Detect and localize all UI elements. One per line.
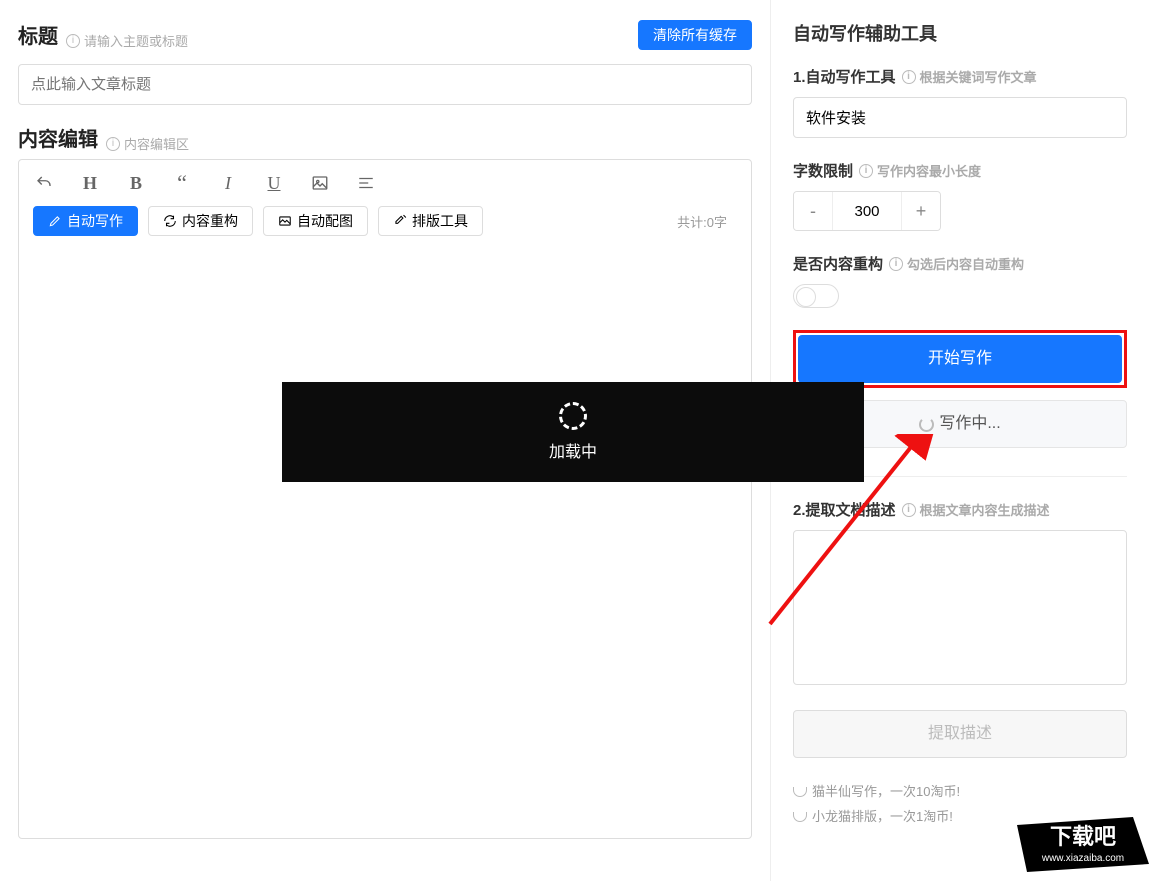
title-label: 标题 xyxy=(18,20,58,49)
bowl-icon xyxy=(793,812,807,822)
wordcount-input[interactable] xyxy=(832,192,902,230)
loading-text: 加载中 xyxy=(549,438,597,462)
content-label: 内容编辑 xyxy=(18,123,98,152)
info-icon: i xyxy=(106,137,120,151)
description-textarea[interactable] xyxy=(793,530,1127,685)
auto-image-button[interactable]: 自动配图 xyxy=(263,206,368,236)
stepper-minus[interactable]: - xyxy=(794,192,832,230)
wordcount-label: 字数限制 xyxy=(793,160,853,181)
svg-text:下载吧: 下载吧 xyxy=(1050,824,1116,849)
heading-icon[interactable]: H xyxy=(79,172,101,194)
content-hint: i内容编辑区 xyxy=(106,134,189,153)
bowl-icon xyxy=(793,787,807,797)
wordcount-hint: i写作内容最小长度 xyxy=(859,161,981,180)
info-icon: i xyxy=(902,70,916,84)
bold-icon[interactable]: B xyxy=(125,172,147,194)
spinner-icon xyxy=(559,402,587,430)
info-icon: i xyxy=(66,34,80,48)
stepper-plus[interactable]: + xyxy=(902,192,940,230)
layout-button[interactable]: 排版工具 xyxy=(378,206,483,236)
watermark: 下载吧 www.xiazaiba.com xyxy=(1017,817,1149,875)
underline-icon[interactable]: U xyxy=(263,172,285,194)
editor-toolbar-action: 自动写作 内容重构 自动配图 排版工具 共计:0字 xyxy=(19,206,751,248)
wordcount-stepper: - + xyxy=(793,191,941,231)
word-count: 共计:0字 xyxy=(677,212,737,231)
info-icon: i xyxy=(889,257,903,271)
rebuild-button[interactable]: 内容重构 xyxy=(148,206,253,236)
title-hint: i请输入主题或标题 xyxy=(66,31,188,50)
rebuild-label: 是否内容重构 xyxy=(793,253,883,274)
section-1-hint: i根据关键词写作文章 xyxy=(902,67,1037,86)
svg-text:www.xiazaiba.com: www.xiazaiba.com xyxy=(1041,853,1124,864)
auto-write-button[interactable]: 自动写作 xyxy=(33,206,138,236)
rebuild-toggle[interactable] xyxy=(793,284,839,308)
panel-title: 自动写作辅助工具 xyxy=(793,20,1127,46)
start-write-button[interactable]: 开始写作 xyxy=(798,335,1122,383)
title-input[interactable] xyxy=(18,64,752,105)
spinner-icon xyxy=(919,417,934,432)
image-icon[interactable] xyxy=(309,172,331,194)
editor-content[interactable] xyxy=(19,248,751,838)
align-icon[interactable] xyxy=(355,172,377,194)
start-write-highlight: 开始写作 xyxy=(793,330,1127,388)
section-1-label: 1.自动写作工具 xyxy=(793,66,896,87)
editor-toolbar-format: H B “ I U xyxy=(19,160,751,206)
keyword-input[interactable] xyxy=(793,97,1127,138)
section-2-label: 2.提取文档描述 xyxy=(793,499,896,520)
undo-icon[interactable] xyxy=(33,172,55,194)
loading-overlay: 加载中 xyxy=(282,382,864,482)
editor: H B “ I U 自动写作 内容重构 自动配图 排版工具 共计:0字 xyxy=(18,159,752,839)
section-2-hint: i根据文章内容生成描述 xyxy=(902,500,1050,519)
rebuild-hint: i勾选后内容自动重构 xyxy=(889,254,1024,273)
info-icon: i xyxy=(859,164,873,178)
quote-icon[interactable]: “ xyxy=(171,172,193,194)
clear-cache-button[interactable]: 清除所有缓存 xyxy=(638,20,752,50)
italic-icon[interactable]: I xyxy=(217,172,239,194)
info-icon: i xyxy=(902,503,916,517)
extract-button[interactable]: 提取描述 xyxy=(793,710,1127,758)
note-1: 猫半仙写作，一次10淘币! xyxy=(793,780,1127,805)
